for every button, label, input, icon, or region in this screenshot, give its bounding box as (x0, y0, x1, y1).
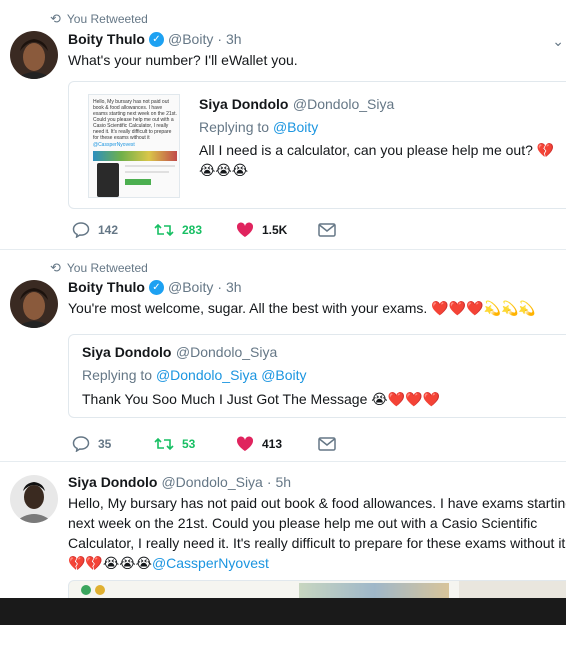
author-name[interactable]: Boity Thulo (68, 279, 145, 295)
replying-to: Replying to @Boity (199, 119, 319, 135)
quoted-tweet[interactable]: Siya Dondolo @Dondolo_Siya Replying to @… (68, 334, 566, 418)
direct-message-button[interactable] (318, 437, 400, 451)
retweet-count: 53 (182, 437, 196, 451)
retweet-icon: ⟲ (50, 11, 61, 26)
tweet-header: Boity Thulo ✓ @Boity · 3h (68, 279, 242, 295)
avatar[interactable] (10, 31, 58, 79)
tweet[interactable]: Siya Dondolo @Dondolo_Siya · 5h Hello, M… (0, 462, 566, 600)
reply-icon (72, 222, 90, 238)
heart-icon (236, 436, 254, 451)
separator-dot: · (217, 31, 223, 47)
thumbnail-text: Hello, My bursary has not paid out book … (93, 99, 177, 141)
tweet-header: Boity Thulo ✓ @Boity · 3h (68, 31, 242, 47)
replying-to-mention[interactable]: @Boity (273, 119, 318, 135)
retweet-count: 283 (182, 223, 203, 237)
quoted-text: All I need is a calculator, can you plea… (199, 142, 555, 158)
direct-message-button[interactable] (318, 223, 400, 237)
timeline: ⟲ You Retweeted Boity Thulo ✓ @Boity · 3… (0, 0, 566, 600)
retweet-button[interactable]: 53 (154, 436, 236, 452)
tweet-text-line: 💔💔😭😭😭@CassperNyovest (68, 553, 269, 573)
author-name[interactable]: Boity Thulo (68, 31, 145, 47)
quoted-tweet[interactable]: Hello, My bursary has not paid out book … (68, 81, 566, 209)
tweet-text-line: Hello, My bursary has not paid out book … (68, 495, 566, 511)
envelope-icon (318, 437, 336, 451)
quoted-author-name[interactable]: Siya Dondolo (82, 344, 171, 360)
reply-button[interactable]: 35 (72, 436, 154, 452)
quoted-text-emoji: 😭😭😭 (199, 162, 249, 178)
quoted-media-thumbnail[interactable]: Hello, My bursary has not paid out book … (88, 94, 180, 198)
tweet-emoji: 💔💔😭😭😭 (68, 555, 152, 571)
quoted-text: Thank You Soo Much I Just Got The Messag… (82, 391, 440, 407)
chevron-down-icon[interactable]: ⌄ (552, 33, 564, 50)
retweet-icon (154, 223, 174, 237)
retweeted-indicator: ⟲ You Retweeted (50, 260, 148, 276)
separator-dot: · (266, 474, 272, 490)
like-count: 1.5K (262, 223, 288, 237)
replying-to-mention[interactable]: @Dondolo_Siya @Boity (156, 367, 307, 383)
retweeted-label: You Retweeted (66, 12, 148, 26)
quoted-header: Siya Dondolo @Dondolo_Siya (82, 344, 277, 362)
verified-icon: ✓ (149, 279, 164, 295)
reply-count: 35 (98, 437, 112, 451)
timestamp[interactable]: 3h (226, 279, 242, 295)
like-button[interactable]: 1.5K (236, 222, 318, 238)
tweet-text: You're most welcome, sugar. All the best… (68, 300, 536, 316)
timestamp[interactable]: 3h (226, 31, 242, 47)
quoted-author-handle[interactable]: @Dondolo_Siya (176, 344, 277, 360)
replying-to: Replying to @Dondolo_Siya @Boity (82, 367, 307, 383)
envelope-icon (318, 223, 336, 237)
heart-icon (236, 222, 254, 237)
quoted-author-handle[interactable]: @Dondolo_Siya (293, 96, 394, 112)
avatar[interactable] (10, 475, 58, 523)
like-button[interactable]: 413 (236, 436, 318, 452)
attached-media[interactable] (68, 580, 566, 600)
retweet-icon: ⟲ (50, 260, 61, 275)
author-handle[interactable]: @Boity (168, 31, 213, 47)
tweet[interactable]: ⟲ You Retweeted Boity Thulo ✓ @Boity · 3… (0, 0, 566, 250)
retweet-button[interactable]: 283 (154, 222, 236, 238)
quoted-author-name[interactable]: Siya Dondolo (199, 96, 288, 112)
like-count: 413 (262, 437, 283, 451)
thumbnail-mention: @CassperNyovest (93, 142, 135, 148)
retweeted-label: You Retweeted (66, 261, 148, 275)
mention-link[interactable]: @CassperNyovest (152, 555, 269, 571)
tweet-text-line: Calculator, I really need it. It's reall… (68, 535, 566, 551)
thumbnail-banner (93, 151, 177, 161)
author-handle[interactable]: @Boity (168, 279, 213, 295)
separator-dot: · (217, 279, 223, 295)
reply-count: 142 (98, 223, 119, 237)
calculator-image (97, 163, 119, 197)
verified-icon: ✓ (149, 31, 164, 47)
tweet[interactable]: ⟲ You Retweeted Boity Thulo ✓ @Boity · 3… (0, 250, 566, 462)
tweet-actions: 35 53 413 (72, 436, 400, 452)
retweet-icon (154, 437, 174, 451)
timestamp[interactable]: 5h (276, 474, 292, 490)
bottom-bar (0, 598, 566, 625)
author-handle[interactable]: @Dondolo_Siya (161, 474, 262, 490)
avatar[interactable] (10, 280, 58, 328)
reply-button[interactable]: 142 (72, 222, 154, 238)
reply-icon (72, 436, 90, 452)
tweet-text: What's your number? I'll eWallet you. (68, 52, 298, 68)
retweeted-indicator: ⟲ You Retweeted (50, 11, 148, 27)
tweet-header: Siya Dondolo @Dondolo_Siya · 5h (68, 474, 291, 490)
tweet-actions: 142 283 1.5K (72, 222, 400, 238)
quoted-header: Siya Dondolo @Dondolo_Siya (199, 96, 394, 114)
tweet-text-line: next week on the 21st. Could you please … (68, 515, 538, 531)
author-name[interactable]: Siya Dondolo (68, 474, 157, 490)
